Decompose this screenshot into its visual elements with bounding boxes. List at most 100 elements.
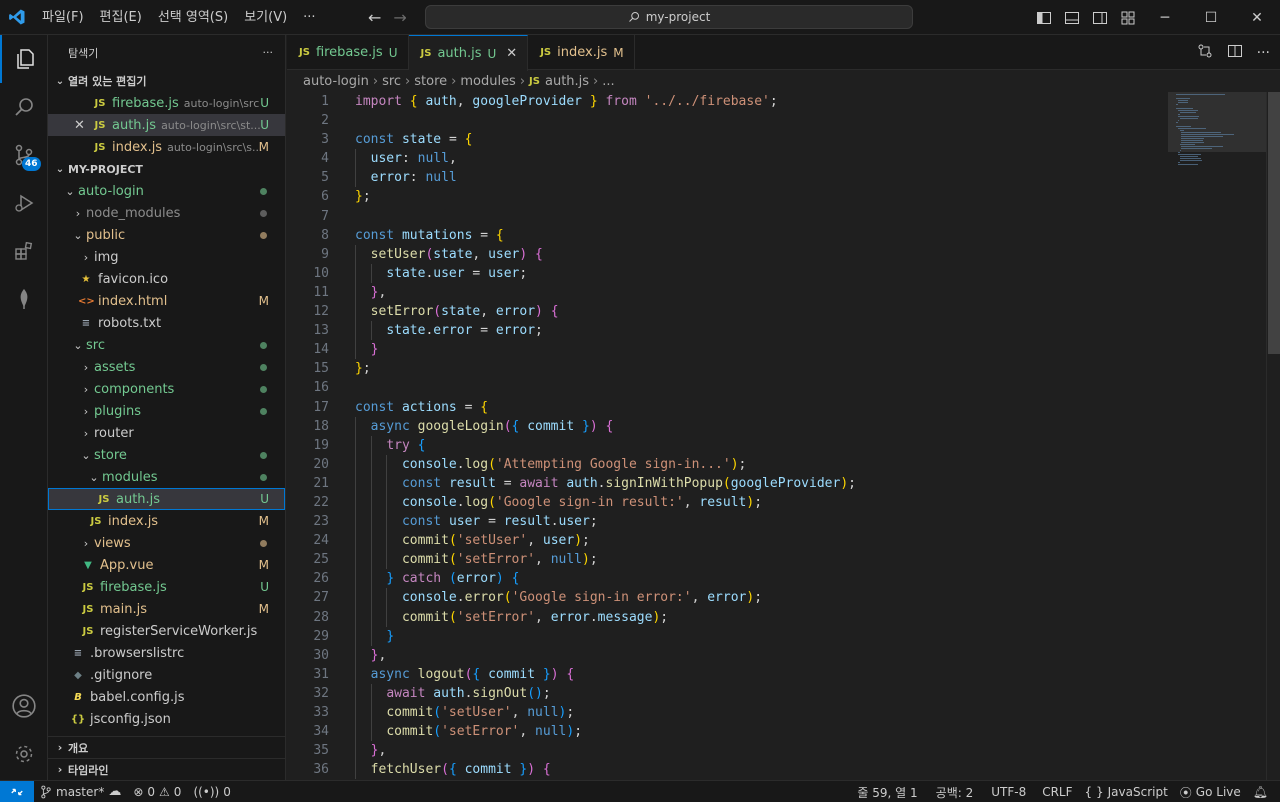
code-line[interactable]: 35 }, bbox=[287, 741, 1167, 761]
tree-file[interactable]: ▼ App.vue M bbox=[48, 554, 285, 576]
code-line[interactable]: 4 user: null, bbox=[287, 149, 1167, 169]
code-line[interactable]: 7 bbox=[287, 207, 1167, 226]
tree-folder[interactable]: › plugins bbox=[48, 400, 285, 422]
mongodb-leaf-icon[interactable] bbox=[0, 275, 48, 323]
code-line[interactable]: 23 const user = result.user; bbox=[287, 512, 1167, 532]
remote-indicator-icon[interactable] bbox=[0, 780, 34, 802]
branch-status[interactable]: master* ☁ bbox=[34, 784, 127, 799]
menu-edit[interactable]: 편집(E) bbox=[92, 0, 150, 35]
code-line[interactable]: 9 setUser(state, user) { bbox=[287, 244, 1167, 264]
tree-file[interactable]: JS main.js M bbox=[48, 598, 285, 620]
extensions-icon[interactable] bbox=[0, 227, 48, 275]
back-arrow-icon[interactable]: ← bbox=[368, 8, 381, 27]
tab-index-js[interactable]: JS index.js M bbox=[528, 35, 635, 70]
tree-folder[interactable]: › node_modules bbox=[48, 202, 285, 224]
code-line[interactable]: 32 await auth.signOut(); bbox=[287, 683, 1167, 703]
outline-section-header[interactable]: › 개요 bbox=[48, 736, 285, 758]
tree-file[interactable]: JS index.js M bbox=[48, 510, 285, 532]
cursor-position[interactable]: 줄 59, 열 1 bbox=[851, 784, 923, 801]
go-live-button[interactable]: ⦿ Go Live bbox=[1174, 784, 1247, 801]
tree-file[interactable]: JS auth.js U bbox=[48, 488, 285, 510]
close-window-button[interactable]: ✕ bbox=[1234, 0, 1280, 35]
breadcrumb-item[interactable]: ... bbox=[602, 74, 614, 89]
command-center-search[interactable]: my-project bbox=[425, 5, 913, 29]
code-line[interactable]: 2 bbox=[287, 111, 1167, 130]
tree-folder[interactable]: ⌄ src bbox=[48, 334, 285, 356]
code-line[interactable]: 1 import { auth, googleProvider } from '.… bbox=[287, 92, 1167, 111]
maximize-button[interactable]: ☐ bbox=[1188, 0, 1234, 35]
breadcrumb-item[interactable]: store bbox=[414, 74, 447, 89]
tree-file[interactable]: <> index.html M bbox=[48, 290, 285, 312]
explorer-icon[interactable] bbox=[0, 35, 48, 83]
tree-folder[interactable]: ⌄ modules bbox=[48, 466, 285, 488]
code-editor[interactable]: 1 import { auth, googleProvider } from '.… bbox=[287, 92, 1167, 780]
tree-folder[interactable]: › img bbox=[48, 246, 285, 268]
code-line[interactable]: 13 state.error = error; bbox=[287, 321, 1167, 341]
code-line[interactable]: 21 const result = await auth.signInWithP… bbox=[287, 473, 1167, 493]
code-line[interactable]: 25 commit('setError', null); bbox=[287, 550, 1167, 570]
breadcrumb-item[interactable]: modules bbox=[460, 74, 516, 89]
code-line[interactable]: 19 try { bbox=[287, 435, 1167, 455]
accounts-icon[interactable] bbox=[0, 682, 48, 730]
source-control-icon[interactable]: 46 bbox=[0, 131, 48, 179]
code-line[interactable]: 5 error: null bbox=[287, 168, 1167, 188]
code-line[interactable]: 27 console.error('Google sign-in error:'… bbox=[287, 588, 1167, 608]
tree-folder[interactable]: › assets bbox=[48, 356, 285, 378]
code-line[interactable]: 15}; bbox=[287, 359, 1167, 378]
problems-status[interactable]: ⊗ 0 ⚠ 0 bbox=[127, 785, 187, 799]
tree-file[interactable]: ≡ .browserslistrc bbox=[48, 642, 285, 664]
code-line[interactable]: 8 const mutations = { bbox=[287, 226, 1167, 245]
tree-file[interactable]: ★ favicon.ico bbox=[48, 268, 285, 290]
forward-arrow-icon[interactable]: → bbox=[393, 8, 406, 27]
tree-file[interactable]: JS firebase.js U bbox=[48, 576, 285, 598]
code-line[interactable]: 28 commit('setError', error.message); bbox=[287, 607, 1167, 627]
tree-file[interactable]: ◆ .gitignore bbox=[48, 664, 285, 686]
tree-folder[interactable]: ⌄ auto-login bbox=[48, 180, 285, 202]
close-editor-icon[interactable]: ✕ bbox=[74, 118, 92, 133]
open-editor-item[interactable]: JS index.js auto-login\src\s... M bbox=[48, 136, 285, 158]
toggle-panel-icon[interactable] bbox=[1058, 0, 1086, 35]
encoding-status[interactable]: UTF-8 bbox=[985, 785, 1032, 799]
tree-folder[interactable]: ⌄ public bbox=[48, 224, 285, 246]
code-line[interactable]: 10 state.user = user; bbox=[287, 263, 1167, 283]
tree-folder[interactable]: › views bbox=[48, 532, 285, 554]
language-status[interactable]: { } JavaScript bbox=[1079, 785, 1174, 799]
toggle-primary-sidebar-icon[interactable] bbox=[1030, 0, 1058, 35]
split-editor-icon[interactable] bbox=[1227, 43, 1243, 63]
code-line[interactable]: 31 async logout({ commit }) { bbox=[287, 664, 1167, 684]
tree-folder[interactable]: ⌄ store bbox=[48, 444, 285, 466]
notifications-bell-icon[interactable]: 🔔︎ bbox=[1247, 785, 1274, 799]
run-debug-icon[interactable] bbox=[0, 179, 48, 227]
code-line[interactable]: 29 } bbox=[287, 626, 1167, 646]
minimap-slider[interactable] bbox=[1168, 92, 1266, 152]
code-line[interactable]: 11 }, bbox=[287, 282, 1167, 303]
breadcrumb-item[interactable]: auth.js bbox=[545, 74, 589, 89]
code-line[interactable]: 3 const state = { bbox=[287, 130, 1167, 149]
editor-scrollbar[interactable] bbox=[1266, 92, 1280, 780]
code-line[interactable]: 18 async googleLogin({ commit }) { bbox=[287, 416, 1167, 436]
tree-folder[interactable]: › router bbox=[48, 422, 285, 444]
code-line[interactable]: 36 fetchUser({ commit }) { bbox=[287, 760, 1167, 780]
open-changes-icon[interactable] bbox=[1197, 43, 1213, 63]
breadcrumb-item[interactable]: auto-login bbox=[303, 74, 369, 89]
toggle-secondary-sidebar-icon[interactable] bbox=[1086, 0, 1114, 35]
menu-more[interactable]: ··· bbox=[295, 0, 323, 35]
customize-layout-icon[interactable] bbox=[1114, 0, 1142, 35]
menu-selection[interactable]: 선택 영역(S) bbox=[150, 0, 236, 35]
minimize-button[interactable]: ─ bbox=[1142, 0, 1188, 35]
code-line[interactable]: 24 commit('setUser', user); bbox=[287, 531, 1167, 551]
close-tab-icon[interactable]: ✕ bbox=[506, 46, 517, 61]
open-editor-item[interactable]: JS firebase.js auto-login\src U bbox=[48, 92, 285, 114]
more-actions-icon[interactable]: ··· bbox=[1257, 45, 1270, 61]
eol-status[interactable]: CRLF bbox=[1036, 785, 1078, 799]
search-view-icon[interactable] bbox=[0, 83, 48, 131]
breadcrumb-item[interactable]: src bbox=[382, 74, 401, 89]
code-line[interactable]: 16 bbox=[287, 378, 1167, 397]
tree-file[interactable]: B babel.config.js bbox=[48, 686, 285, 708]
code-line[interactable]: 34 commit('setError', null); bbox=[287, 722, 1167, 742]
minimap[interactable] bbox=[1168, 92, 1266, 780]
code-line[interactable]: 17 const actions = { bbox=[287, 398, 1167, 417]
tree-folder[interactable]: › components bbox=[48, 378, 285, 400]
project-header[interactable]: ⌄ MY-PROJECT bbox=[48, 158, 285, 180]
open-editors-header[interactable]: ⌄ 열려 있는 편집기 bbox=[48, 70, 285, 92]
